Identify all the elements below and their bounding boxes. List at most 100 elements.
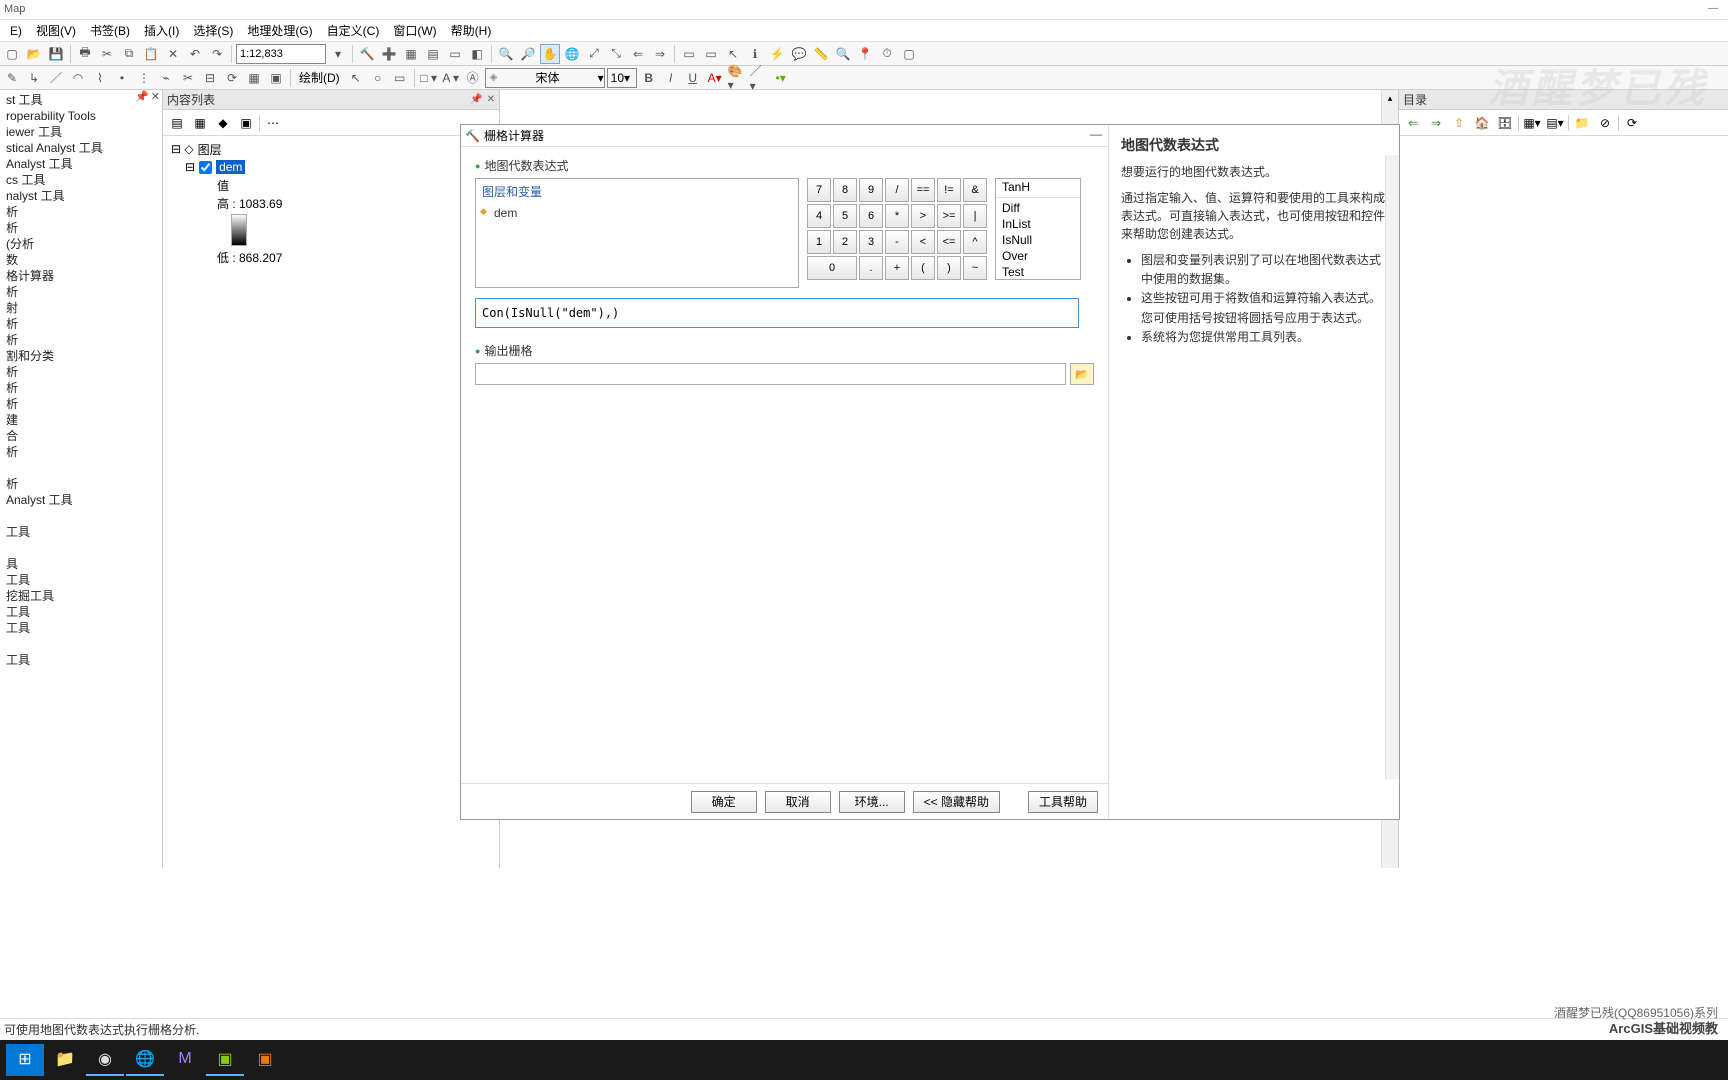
toolbox-item[interactable]: 析	[2, 396, 160, 412]
toolbox-item[interactable]: 析	[2, 444, 160, 460]
toolbox-item[interactable]	[2, 508, 160, 524]
keypad-btn-2[interactable]: 2	[833, 230, 857, 254]
toc-icon[interactable]: ▤	[423, 44, 443, 64]
keypad-btn-5[interactable]: 5	[833, 204, 857, 228]
edit-text-icon[interactable]: Ⓐ	[463, 68, 483, 88]
tool-help-button[interactable]: 工具帮助	[1028, 791, 1098, 813]
toolbox-item[interactable]: 析	[2, 476, 160, 492]
toolbox-item[interactable]: 割和分类	[2, 348, 160, 364]
font-size-input[interactable]: 10 ▾	[607, 68, 637, 88]
python-icon[interactable]: ▭	[445, 44, 465, 64]
forward-icon[interactable]: ⇒	[1426, 113, 1446, 133]
identify-icon[interactable]: ℹ	[745, 44, 765, 64]
toolbox-item[interactable]: Analyst 工具	[2, 156, 160, 172]
home-icon[interactable]: 🏠	[1472, 113, 1492, 133]
fill-color-icon[interactable]: 🎨▾	[727, 68, 747, 88]
toolbox-item[interactable]: 工具	[2, 572, 160, 588]
toolbox-item[interactable]: 析	[2, 332, 160, 348]
output-raster-input[interactable]	[475, 363, 1066, 385]
keypad-btn-0[interactable]: 0	[807, 256, 857, 280]
scale-dropdown-icon[interactable]: ▾	[328, 44, 348, 64]
copy-icon[interactable]: ⧉	[119, 44, 139, 64]
cut-poly-icon[interactable]: ✂	[178, 68, 198, 88]
toolbox-item[interactable]: 具	[2, 556, 160, 572]
menu-selection[interactable]: 选择(S)	[187, 20, 239, 41]
toolbox-item[interactable]: 工具	[2, 620, 160, 636]
thumbnails-icon[interactable]: ▤▾	[1545, 113, 1565, 133]
zoom-out-icon[interactable]: 🔎	[518, 44, 538, 64]
menu-customize[interactable]: 自定义(C)	[321, 20, 386, 41]
toolbox-item[interactable]: 工具	[2, 524, 160, 540]
font-color-icon[interactable]: A▾	[705, 68, 725, 88]
prev-extent-icon[interactable]: ⇐	[628, 44, 648, 64]
expression-input[interactable]	[475, 298, 1079, 328]
back-icon[interactable]: ⇐	[1403, 113, 1423, 133]
list-by-selection-icon[interactable]: ▣	[236, 113, 256, 133]
attributes-icon[interactable]: ▦	[244, 68, 264, 88]
keypad-btn-<=[interactable]: <=	[937, 230, 961, 254]
keypad-btn-==[interactable]: ==	[911, 178, 935, 202]
arc-icon[interactable]: ◠	[68, 68, 88, 88]
keypad-btn-^[interactable]: ^	[963, 230, 987, 254]
refresh-icon[interactable]: ⟳	[1622, 113, 1642, 133]
toolbox-item[interactable]: cs 工具	[2, 172, 160, 188]
function-Diff[interactable]: Diff	[996, 200, 1080, 216]
function-list[interactable]: TanHDiffInListIsNullOverTest	[995, 178, 1081, 280]
line-icon[interactable]: ／	[46, 68, 66, 88]
toolbox-item[interactable]: (分析	[2, 236, 160, 252]
layers-variables-list[interactable]: 图层和变量 dem	[475, 178, 799, 288]
new-icon[interactable]: ▢	[2, 44, 22, 64]
layer-dem[interactable]: dem	[216, 160, 245, 174]
default-gdb-icon[interactable]: 🗄	[1495, 113, 1515, 133]
environments-button[interactable]: 环境...	[839, 791, 905, 813]
keypad-btn-*[interactable]: *	[885, 204, 909, 228]
find-icon[interactable]: 🔍	[833, 44, 853, 64]
close-icon[interactable]: ✕	[487, 94, 495, 105]
measure-icon[interactable]: 📏	[811, 44, 831, 64]
undo-icon[interactable]: ↶	[185, 44, 205, 64]
pan-icon[interactable]: ✋	[540, 44, 560, 64]
list-by-drawing-icon[interactable]: ▤	[167, 113, 187, 133]
trace-icon[interactable]: ⌇	[90, 68, 110, 88]
layer-tree[interactable]: ⊟ ◇图层 ⊟dem 值 高 : 1083.69 低 : 868.207	[163, 136, 499, 270]
toolbox-item[interactable]	[2, 540, 160, 556]
modelbuilder-icon[interactable]: ◧	[467, 44, 487, 64]
print-icon[interactable]: 🖶	[75, 44, 95, 64]
layer-checkbox[interactable]	[199, 161, 212, 174]
keypad-btn-!=[interactable]: !=	[937, 178, 961, 202]
time-slider-icon[interactable]: ⏱	[877, 44, 897, 64]
toolbox-icon[interactable]: 🔨	[357, 44, 377, 64]
toolbox-item[interactable]: roperability Tools	[2, 108, 160, 124]
arcmap-icon[interactable]: 🌐	[126, 1044, 164, 1076]
keypad-btn-&[interactable]: &	[963, 178, 987, 202]
split-icon[interactable]: ⊟	[200, 68, 220, 88]
keypad-btn->=[interactable]: >=	[937, 204, 961, 228]
toolbox-item[interactable]: 射	[2, 300, 160, 316]
select-icon[interactable]: ▭	[679, 44, 699, 64]
keypad-btn-([interactable]: (	[911, 256, 935, 280]
catalog-icon[interactable]: ▦	[401, 44, 421, 64]
sketch-icon[interactable]: ▣	[266, 68, 286, 88]
up-icon[interactable]: ⇧	[1449, 113, 1469, 133]
keypad-btn-<[interactable]: <	[911, 230, 935, 254]
select-elem-icon[interactable]: ↖	[723, 44, 743, 64]
keypad-btn-1[interactable]: 1	[807, 230, 831, 254]
scale-input[interactable]	[236, 44, 326, 64]
cancel-button[interactable]: 取消	[765, 791, 831, 813]
clear-sel-icon[interactable]: ▭	[701, 44, 721, 64]
full-extent-icon[interactable]: 🌐	[562, 44, 582, 64]
function-TanH[interactable]: TanH	[996, 179, 1080, 195]
function-Test[interactable]: Test	[996, 264, 1080, 280]
line-color-icon[interactable]: ／▾	[749, 68, 769, 88]
keypad-btn-3[interactable]: 3	[859, 230, 883, 254]
font-select[interactable]: ◈宋体▾	[485, 68, 605, 88]
menu-edit[interactable]: E)	[4, 22, 28, 40]
keypad-btn-9[interactable]: 9	[859, 178, 883, 202]
open-icon[interactable]: 📂	[24, 44, 44, 64]
toolbox-item[interactable]: 挖掘工具	[2, 588, 160, 604]
hide-help-button[interactable]: << 隐藏帮助	[913, 791, 1000, 813]
close-icon[interactable]: ✕	[151, 90, 160, 108]
menu-bookmarks[interactable]: 书签(B)	[84, 20, 136, 41]
function-InList[interactable]: InList	[996, 216, 1080, 232]
keypad-btn-4[interactable]: 4	[807, 204, 831, 228]
